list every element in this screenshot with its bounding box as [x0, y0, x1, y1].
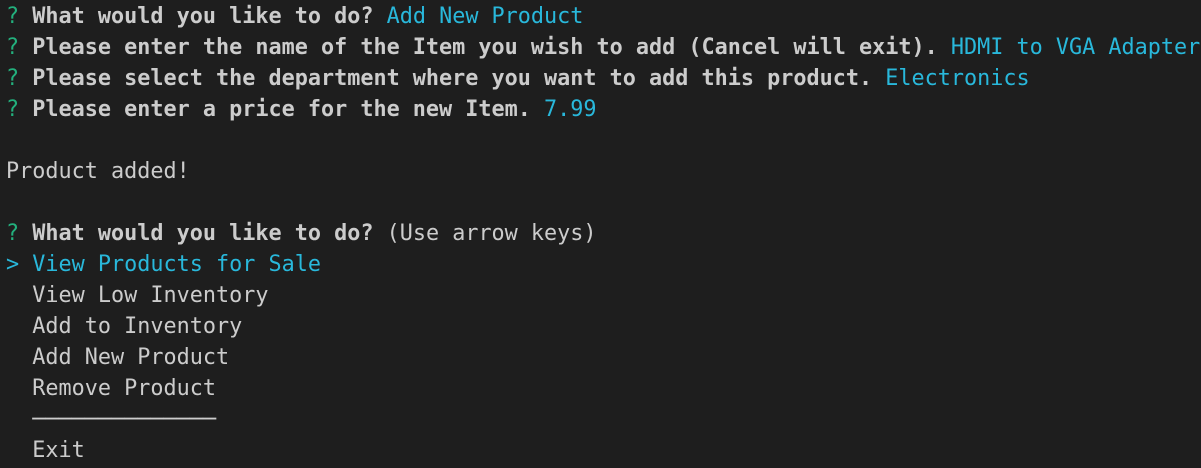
question-text: What would you like to do? — [32, 4, 374, 29]
question-text: Please enter a price for the new Item. — [32, 97, 531, 122]
history-line: ? Please enter a price for the new Item.… — [6, 94, 1201, 125]
menu-item-view-products[interactable]: > View Products for Sale — [6, 249, 1201, 280]
status-message: Product added! — [6, 159, 190, 184]
menu-separator: ────────────── — [6, 404, 1201, 435]
answer-text: Electronics — [885, 66, 1030, 91]
answer-text: HDMI to VGA Adapter — [950, 35, 1201, 60]
menu-item-label: View Low Inventory — [32, 283, 269, 308]
history-line: ? Please select the department where you… — [6, 63, 1201, 94]
question-mark-icon: ? — [6, 35, 20, 60]
menu-item-label: Exit — [32, 438, 85, 463]
question-text: Please select the department where you w… — [32, 66, 873, 91]
question-text: Please enter the name of the Item you wi… — [32, 35, 938, 60]
menu-item-add-to-inventory[interactable]: Add to Inventory — [6, 311, 1201, 342]
answer-text: 7.99 — [544, 97, 597, 122]
pointer-icon: > — [6, 252, 20, 277]
question-mark-icon: ? — [6, 66, 20, 91]
current-prompt: ? What would you like to do? (Use arrow … — [6, 218, 1201, 249]
question-text: What would you like to do? — [32, 221, 374, 246]
history-line: ? Please enter the name of the Item you … — [6, 32, 1201, 63]
menu-item-exit[interactable]: Exit — [6, 435, 1201, 466]
answer-text: Add New Product — [386, 4, 584, 29]
question-mark-icon: ? — [6, 97, 20, 122]
menu-item-add-new-product[interactable]: Add New Product — [6, 342, 1201, 373]
question-mark-icon: ? — [6, 221, 20, 246]
menu-item-label: Remove Product — [32, 376, 216, 401]
menu-item-label: View Products for Sale — [32, 252, 321, 277]
terminal-output: ? What would you like to do? Add New Pro… — [6, 1, 1201, 466]
question-mark-icon: ? — [6, 4, 20, 29]
menu-item-remove-product[interactable]: Remove Product — [6, 373, 1201, 404]
menu-item-view-low-inventory[interactable]: View Low Inventory — [6, 280, 1201, 311]
prompt-hint: (Use arrow keys) — [386, 221, 597, 246]
menu-item-label: Add to Inventory — [32, 314, 243, 339]
separator-line: ────────────── — [32, 407, 216, 432]
menu-item-label: Add New Product — [32, 345, 230, 370]
history-line: ? What would you like to do? Add New Pro… — [6, 1, 1201, 32]
